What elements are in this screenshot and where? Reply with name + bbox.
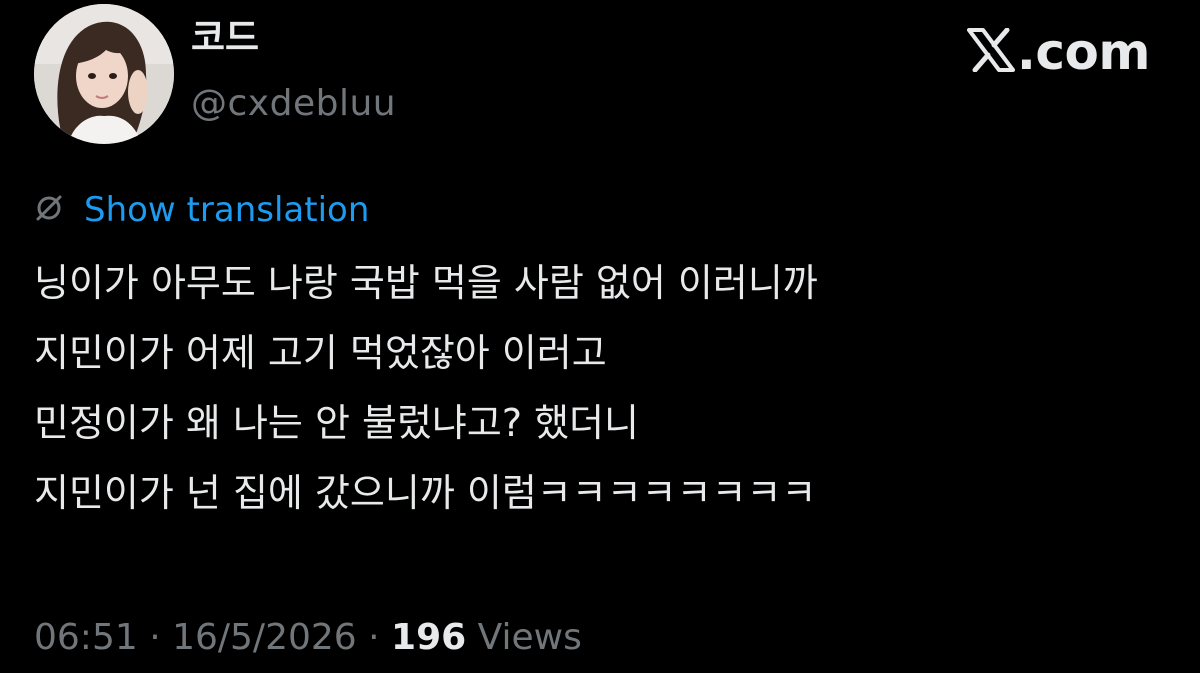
show-translation-link[interactable]: Show translation bbox=[34, 186, 369, 234]
x-logo-icon bbox=[966, 27, 1015, 76]
author-display-name[interactable]: 코드 bbox=[191, 17, 259, 59]
tweet-line: 지민이가 넌 집에 갔으니까 이럼ㅋㅋㅋㅋㅋㅋㅋㅋ bbox=[34, 471, 817, 515]
tweet-text: 닝이가 아무도 나랑 국밥 먹을 사람 없어 이러니까 지민이가 어제 고기 먹… bbox=[34, 248, 1174, 528]
tweet-date[interactable]: 16/5/2026 bbox=[172, 617, 357, 658]
avatar[interactable] bbox=[34, 4, 174, 144]
views-label: Views bbox=[477, 617, 582, 658]
views-count[interactable]: 196 bbox=[391, 617, 466, 658]
show-translation-label: Show translation bbox=[84, 190, 370, 230]
author-handle[interactable]: @cxdebluu bbox=[191, 84, 396, 124]
x-com-branding: .com bbox=[966, 23, 1151, 81]
tweet-meta: 06:51 · 16/5/2026 · 196 Views bbox=[34, 618, 582, 658]
meta-separator: · bbox=[356, 617, 392, 658]
meta-separator: · bbox=[137, 617, 173, 658]
tweet-line: 지민이가 어제 고기 먹었잖아 이러고 bbox=[34, 331, 607, 375]
tweet-line: 닝이가 아무도 나랑 국밥 먹을 사람 없어 이러니까 bbox=[34, 261, 818, 305]
globe-slash-icon bbox=[34, 193, 64, 227]
profile-photo bbox=[34, 4, 174, 144]
brand-domain-text: .com bbox=[1016, 23, 1151, 81]
tweet-time[interactable]: 06:51 bbox=[34, 617, 138, 658]
tweet-line: 민정이가 왜 나는 안 불렀냐고? 했더니 bbox=[34, 401, 639, 445]
tweet-card: 코드 @cxdebluu .com Show translation 닝이가 아… bbox=[0, 0, 1200, 673]
